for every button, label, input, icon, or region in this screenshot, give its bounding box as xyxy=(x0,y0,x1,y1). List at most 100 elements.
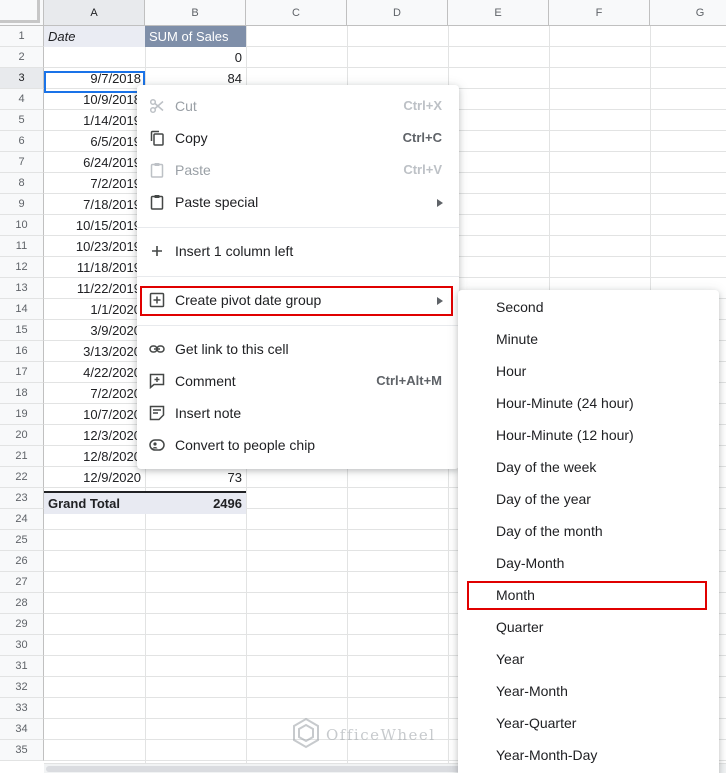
date-cell[interactable]: 10/7/2020 xyxy=(44,404,145,425)
row-header[interactable]: 29 xyxy=(0,614,44,635)
date-cell[interactable]: 10/23/2019 xyxy=(44,236,145,257)
date-cell[interactable]: 1/1/2020 xyxy=(44,299,145,320)
row-header[interactable]: 33 xyxy=(0,698,44,719)
row-header[interactable]: 30 xyxy=(0,635,44,656)
comment-add-icon xyxy=(149,373,165,389)
row-header[interactable]: 9 xyxy=(0,194,44,215)
row-header[interactable]: 34 xyxy=(0,719,44,740)
row-header[interactable]: 2 xyxy=(0,47,44,68)
submenu-item[interactable]: Year-Month-Day xyxy=(458,739,719,771)
date-cell[interactable]: 12/9/2020 xyxy=(44,467,145,488)
submenu-item[interactable]: Year-Quarter xyxy=(458,707,719,739)
date-cell[interactable]: 11/22/2019 xyxy=(44,278,145,299)
column-header-f[interactable]: F xyxy=(549,0,650,26)
row-header[interactable]: 21 xyxy=(0,446,44,467)
menu-item-cut[interactable]: Cut Ctrl+X xyxy=(137,90,459,122)
row-header[interactable]: 20 xyxy=(0,425,44,446)
pivot-header-sales[interactable]: SUM of Sales xyxy=(145,26,246,47)
date-cell[interactable]: 3/13/2020 xyxy=(44,341,145,362)
date-cell[interactable]: 7/2/2019 xyxy=(44,173,145,194)
row-header[interactable]: 26 xyxy=(0,551,44,572)
date-cell[interactable]: 1/14/2019 xyxy=(44,110,145,131)
submenu-item[interactable]: Year xyxy=(458,643,719,675)
date-cell[interactable]: 10/15/2019 xyxy=(44,215,145,236)
row-header[interactable]: 27 xyxy=(0,572,44,593)
column-header-e[interactable]: E xyxy=(448,0,549,26)
row-header[interactable]: 17 xyxy=(0,362,44,383)
date-cell[interactable]: 12/3/2020 xyxy=(44,425,145,446)
sales-cell[interactable]: 73 xyxy=(145,467,246,488)
submenu-item[interactable]: Year-Month xyxy=(458,675,719,707)
date-cell[interactable] xyxy=(44,47,145,68)
column-header-b[interactable]: B xyxy=(145,0,246,26)
date-cell[interactable]: 11/18/2019 xyxy=(44,257,145,278)
row-header[interactable]: 4 xyxy=(0,89,44,110)
date-cell[interactable]: 7/2/2020 xyxy=(44,383,145,404)
date-cell[interactable]: 12/8/2020 xyxy=(44,446,145,467)
submenu-item[interactable]: Hour-Minute (12 hour) xyxy=(458,419,719,451)
row-header[interactable]: 5 xyxy=(0,110,44,131)
row-header[interactable]: 18 xyxy=(0,383,44,404)
menu-item-paste-special[interactable]: Paste special xyxy=(137,186,459,218)
row-header[interactable]: 14 xyxy=(0,299,44,320)
submenu-item[interactable]: Day of the month xyxy=(458,515,719,547)
menu-separator xyxy=(137,325,459,326)
menu-item-shortcut: Ctrl+Alt+M xyxy=(376,373,442,388)
row-header[interactable]: 23 xyxy=(0,488,44,509)
column-header-a[interactable]: A xyxy=(44,0,145,26)
date-cell[interactable]: 4/22/2020 xyxy=(44,362,145,383)
menu-item-insert-note[interactable]: Insert note xyxy=(137,397,459,429)
menu-item-paste[interactable]: Paste Ctrl+V xyxy=(137,154,459,186)
grand-total-label[interactable]: Grand Total xyxy=(44,493,145,514)
column-header-d[interactable]: D xyxy=(347,0,448,26)
date-cell[interactable]: 7/18/2019 xyxy=(44,194,145,215)
menu-item-comment[interactable]: Comment Ctrl+Alt+M xyxy=(137,365,459,397)
row-header[interactable]: 35 xyxy=(0,740,44,761)
row-header[interactable]: 28 xyxy=(0,593,44,614)
submenu-item[interactable]: Minute xyxy=(458,323,719,355)
select-all-corner[interactable] xyxy=(0,0,44,26)
grand-total-value[interactable]: 2496 xyxy=(145,493,246,514)
row-header[interactable]: 13 xyxy=(0,278,44,299)
context-menu: Cut Ctrl+X Copy Ctrl+C Paste Ctrl+V Past… xyxy=(137,85,459,469)
row-header[interactable]: 10 xyxy=(0,215,44,236)
menu-item-label: Cut xyxy=(175,98,197,114)
row-header[interactable]: 19 xyxy=(0,404,44,425)
row-header[interactable]: 12 xyxy=(0,257,44,278)
row-header[interactable]: 6 xyxy=(0,131,44,152)
submenu-item[interactable]: Second xyxy=(458,291,719,323)
row-header[interactable]: 15 xyxy=(0,320,44,341)
date-cell[interactable]: 3/9/2020 xyxy=(44,320,145,341)
submenu-item[interactable]: Day of the week xyxy=(458,451,719,483)
plus-icon xyxy=(152,246,162,256)
sales-cell[interactable]: 0 xyxy=(145,47,246,68)
row-header[interactable]: 1 xyxy=(0,26,44,47)
row-header[interactable]: 3 xyxy=(0,68,44,89)
menu-item-label: Insert note xyxy=(175,405,242,421)
row-header[interactable]: 8 xyxy=(0,173,44,194)
row-header[interactable]: 11 xyxy=(0,236,44,257)
row-header[interactable]: 22 xyxy=(0,467,44,488)
menu-item-insert-column-left[interactable]: Insert 1 column left xyxy=(137,235,459,267)
column-header-c[interactable]: C xyxy=(246,0,347,26)
menu-item-shortcut: Ctrl+X xyxy=(403,98,442,113)
submenu-item[interactable]: Hour-Minute (24 hour) xyxy=(458,387,719,419)
row-header[interactable]: 25 xyxy=(0,530,44,551)
submenu-item[interactable]: Quarter xyxy=(458,611,719,643)
submenu-item[interactable]: Day-Month xyxy=(458,547,719,579)
date-cell[interactable]: 6/5/2019 xyxy=(44,131,145,152)
menu-item-convert-people-chip[interactable]: Convert to people chip xyxy=(137,429,459,461)
menu-item-copy[interactable]: Copy Ctrl+C xyxy=(137,122,459,154)
menu-item-shortcut: Ctrl+C xyxy=(402,130,442,145)
column-header-g[interactable]: G xyxy=(650,0,726,26)
row-header[interactable]: 32 xyxy=(0,677,44,698)
pivot-header-date[interactable]: Date xyxy=(44,26,145,47)
row-header[interactable]: 31 xyxy=(0,656,44,677)
row-header[interactable]: 24 xyxy=(0,509,44,530)
row-header[interactable]: 16 xyxy=(0,341,44,362)
date-cell[interactable]: 6/24/2019 xyxy=(44,152,145,173)
submenu-item[interactable]: Day of the year xyxy=(458,483,719,515)
row-header[interactable]: 7 xyxy=(0,152,44,173)
menu-item-get-link[interactable]: Get link to this cell xyxy=(137,333,459,365)
submenu-item[interactable]: Hour xyxy=(458,355,719,387)
